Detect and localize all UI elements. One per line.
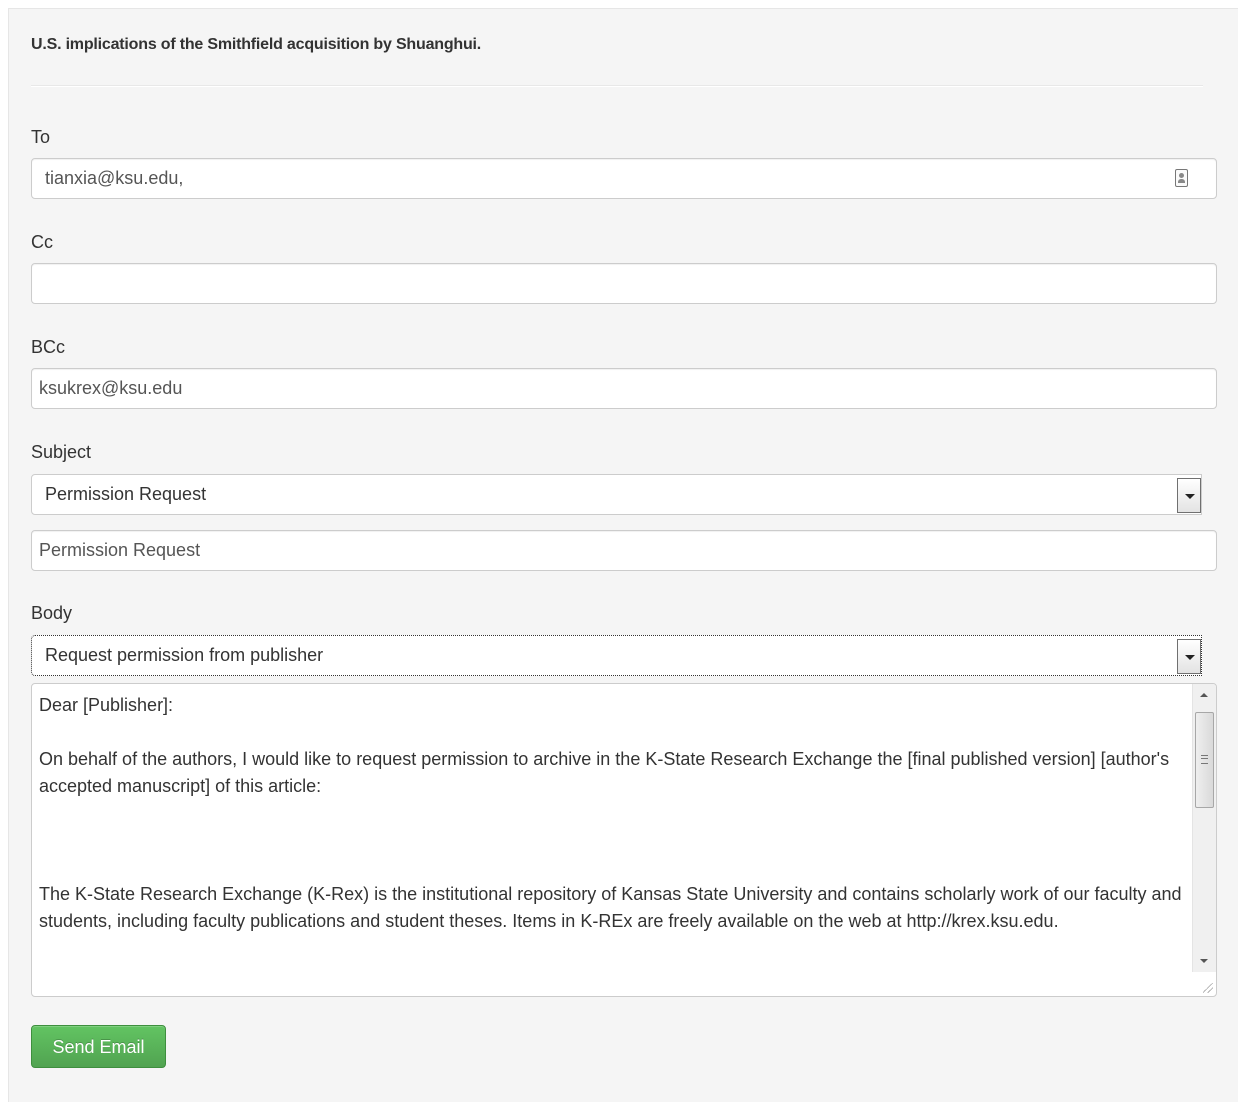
to-label: To <box>31 127 51 147</box>
subject-label: Subject <box>31 442 92 462</box>
page-title: U.S. implications of the Smithfield acqu… <box>31 36 482 53</box>
title-divider <box>31 85 1203 87</box>
subject-input[interactable]: Permission Request <box>31 530 1217 571</box>
cc-input[interactable] <box>31 263 1217 304</box>
body-paragraph: Dear [Publisher]: <box>39 695 174 715</box>
arrow-up-icon[interactable] <box>1193 684 1216 706</box>
scrollbar-thumb[interactable] <box>1195 712 1214 808</box>
body-paragraph: The K-State Research Exchange (K-Rex) is… <box>39 884 1182 931</box>
subject-input-value: Permission Request <box>39 540 201 560</box>
subject-select[interactable]: Permission Request <box>31 474 1202 515</box>
bcc-input-value: ksukrex@ksu.edu <box>39 378 183 398</box>
body-label: Body <box>31 603 73 623</box>
send-email-button[interactable]: Send Email <box>31 1025 166 1068</box>
chevron-down-icon[interactable] <box>1177 639 1201 674</box>
chevron-down-icon[interactable] <box>1177 478 1201 513</box>
cc-label: Cc <box>31 232 53 252</box>
body-textarea[interactable]: Dear [Publisher]: On behalf of the autho… <box>31 683 1217 997</box>
address-book-icon[interactable] <box>1175 169 1188 187</box>
subject-select-value: Permission Request <box>45 484 207 504</box>
arrow-down-icon[interactable] <box>1193 950 1216 972</box>
body-template-select[interactable]: Request permission from publisher <box>31 635 1202 676</box>
to-input-value: tianxia@ksu.edu, <box>45 168 184 188</box>
to-input[interactable]: tianxia@ksu.edu, <box>31 158 1217 199</box>
bcc-label: BCc <box>31 337 66 357</box>
body-scrollbar[interactable] <box>1192 684 1216 972</box>
body-paragraph: On behalf of the authors, I would like t… <box>39 749 1170 796</box>
bcc-input[interactable]: ksukrex@ksu.edu <box>31 368 1217 409</box>
resize-grip-icon[interactable] <box>1203 983 1213 993</box>
body-template-select-value: Request permission from publisher <box>45 645 324 665</box>
body-text: Dear [Publisher]: On behalf of the autho… <box>39 692 1189 935</box>
